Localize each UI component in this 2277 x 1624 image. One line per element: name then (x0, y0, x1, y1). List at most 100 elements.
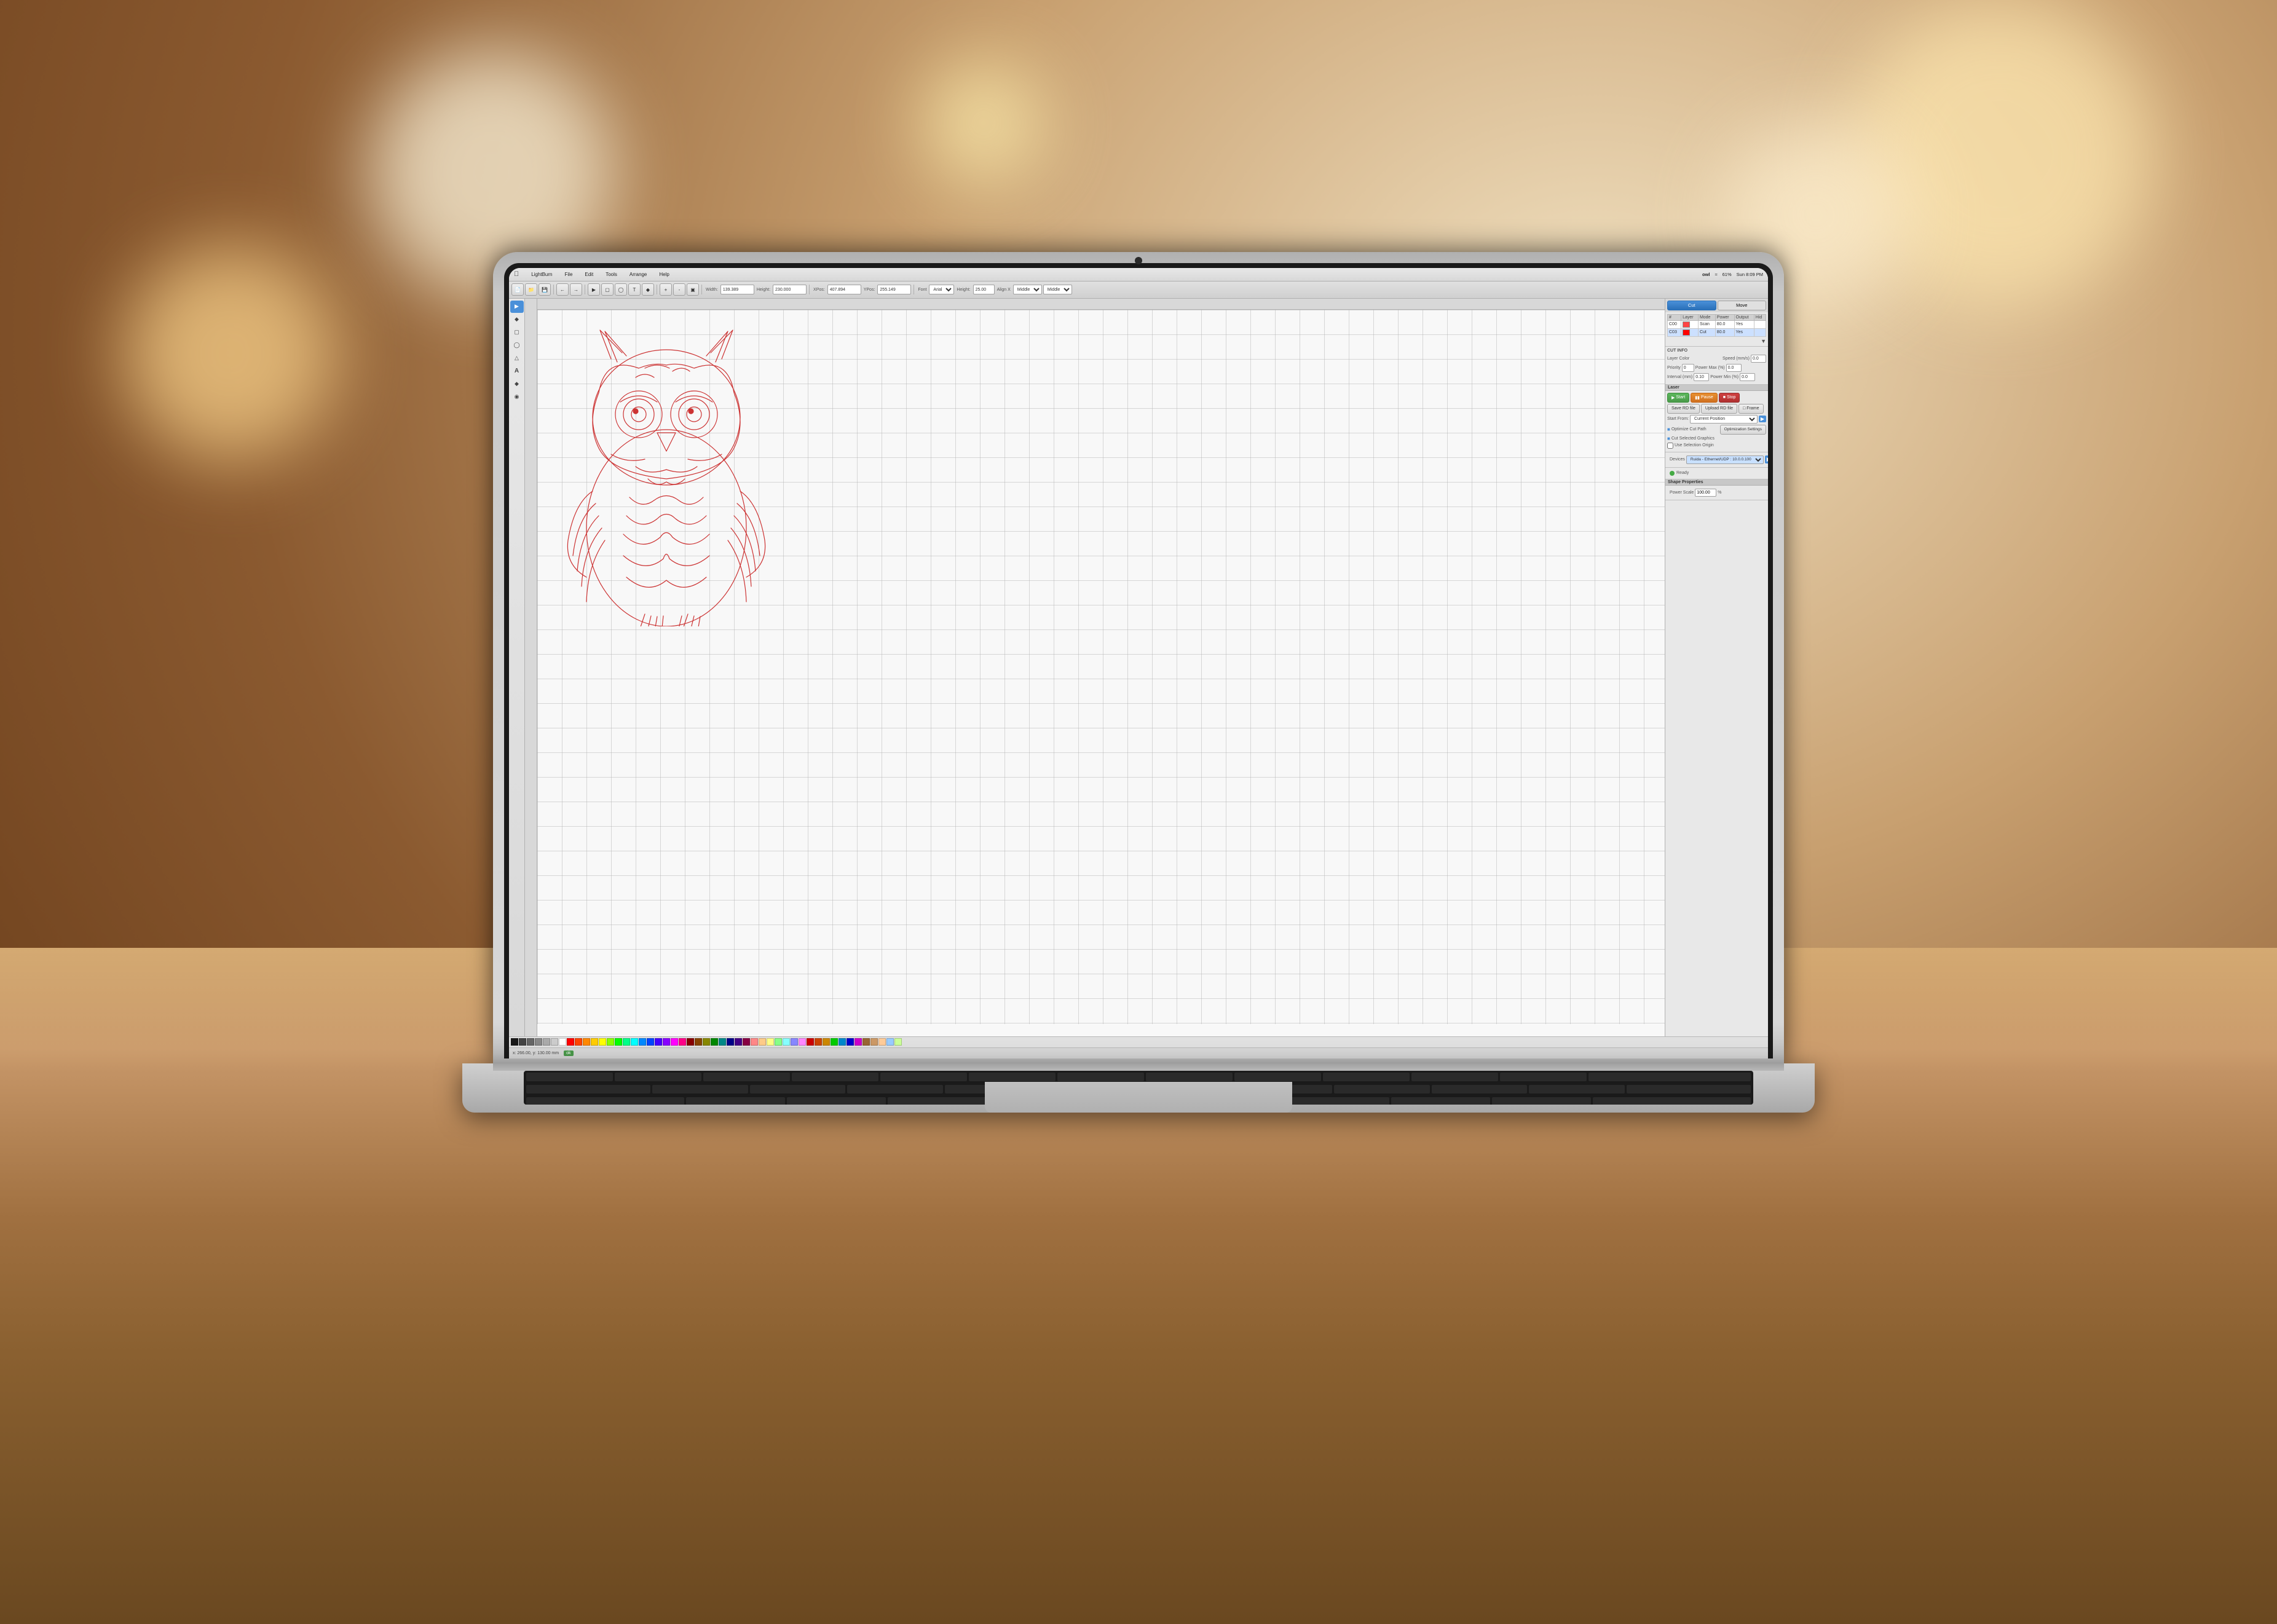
palette-color-swatch[interactable] (783, 1038, 790, 1046)
table-row[interactable]: C00 Scan 80.0 Yes (1668, 320, 1766, 328)
palette-color-swatch[interactable] (823, 1038, 830, 1046)
palette-color-swatch[interactable] (791, 1038, 798, 1046)
palette-color-swatch[interactable] (615, 1038, 622, 1046)
zoom-in[interactable]: + (660, 283, 672, 296)
trackpad[interactable] (985, 1082, 1292, 1113)
arrange-menu[interactable]: Arrange (627, 270, 649, 278)
palette-color-swatch[interactable] (511, 1038, 518, 1046)
table-row[interactable]: C03 Cut 80.0 Yes (1668, 328, 1766, 336)
move-tab[interactable]: Move (1718, 301, 1767, 310)
polygon-btn[interactable]: △ (510, 352, 524, 365)
device-settings-icon[interactable]: ▶ (1765, 455, 1768, 463)
frame-button[interactable]: □ Frame (1738, 404, 1763, 414)
palette-color-swatch[interactable] (870, 1038, 878, 1046)
palette-color-swatch[interactable] (719, 1038, 726, 1046)
rect-tool[interactable]: ▢ (601, 283, 614, 296)
align-y-select[interactable]: Middle (1043, 285, 1072, 294)
node-tool[interactable]: ◆ (642, 283, 654, 296)
select-tool-btn[interactable]: ▶ (510, 301, 524, 313)
palette-color-swatch[interactable] (735, 1038, 742, 1046)
palette-color-swatch[interactable] (886, 1038, 894, 1046)
power-min-input[interactable] (1740, 373, 1755, 381)
optimization-settings-button[interactable]: Optimization Settings (1720, 425, 1766, 435)
palette-color-swatch[interactable] (567, 1038, 574, 1046)
palette-color-swatch[interactable] (639, 1038, 646, 1046)
cut-tab[interactable]: Cut (1667, 301, 1716, 310)
save-button[interactable]: 💾 (539, 283, 551, 296)
text-btn[interactable]: A (510, 365, 524, 377)
palette-color-swatch[interactable] (727, 1038, 734, 1046)
save-rd-button[interactable]: Save RD file (1667, 404, 1700, 414)
canvas-area[interactable] (525, 299, 1665, 1036)
height2-input[interactable] (973, 285, 995, 294)
power-scale-input[interactable] (1695, 489, 1716, 497)
palette-color-swatch[interactable] (671, 1038, 678, 1046)
palette-color-swatch[interactable] (583, 1038, 590, 1046)
undo-button[interactable]: ← (556, 283, 569, 296)
palette-color-swatch[interactable] (551, 1038, 558, 1046)
redo-button[interactable]: → (570, 283, 582, 296)
palette-color-swatch[interactable] (575, 1038, 582, 1046)
palette-color-swatch[interactable] (623, 1038, 630, 1046)
palette-color-swatch[interactable] (527, 1038, 534, 1046)
palette-color-swatch[interactable] (854, 1038, 862, 1046)
canvas-content[interactable] (537, 310, 1665, 1024)
start-from-select[interactable]: Current Position (1690, 415, 1758, 424)
palette-color-swatch[interactable] (695, 1038, 702, 1046)
upload-rd-button[interactable]: Upload RD file (1701, 404, 1737, 414)
palette-color-swatch[interactable] (775, 1038, 782, 1046)
palette-color-swatch[interactable] (862, 1038, 870, 1046)
palette-color-swatch[interactable] (663, 1038, 670, 1046)
tools-menu[interactable]: Tools (603, 270, 620, 278)
height-input[interactable] (773, 285, 807, 294)
palette-color-swatch[interactable] (591, 1038, 598, 1046)
palette-color-swatch[interactable] (607, 1038, 614, 1046)
palette-color-swatch[interactable] (559, 1038, 566, 1046)
speed-input[interactable] (1751, 355, 1766, 363)
circle-tool[interactable]: ◯ (615, 283, 627, 296)
palette-color-swatch[interactable] (839, 1038, 846, 1046)
palette-color-swatch[interactable] (631, 1038, 638, 1046)
layers-expand-btn[interactable]: ▼ (1761, 338, 1766, 344)
help-menu[interactable]: Help (657, 270, 671, 278)
palette-color-swatch[interactable] (535, 1038, 542, 1046)
edit-nodes-btn[interactable]: ◆ (510, 313, 524, 326)
pointer-tool[interactable]: ▶ (588, 283, 600, 296)
open-button[interactable]: 📁 (525, 283, 537, 296)
palette-color-swatch[interactable] (799, 1038, 806, 1046)
palette-color-swatch[interactable] (703, 1038, 710, 1046)
interval-input[interactable] (1694, 373, 1709, 381)
palette-color-swatch[interactable] (751, 1038, 758, 1046)
xpos-input[interactable] (827, 285, 861, 294)
circle-btn[interactable]: ◯ (510, 339, 524, 352)
position-btn[interactable]: ◆ (510, 378, 524, 390)
palette-color-swatch[interactable] (647, 1038, 654, 1046)
power-max-input[interactable] (1726, 364, 1742, 372)
pause-button[interactable]: ▮▮ Pause (1691, 393, 1718, 403)
align-x-select[interactable]: Middle (1013, 285, 1042, 294)
app-name-menu[interactable]: LightBurn (529, 270, 554, 278)
palette-color-swatch[interactable] (878, 1038, 886, 1046)
priority-input[interactable] (1682, 364, 1694, 372)
file-menu[interactable]: File (562, 270, 575, 278)
width-input[interactable] (720, 285, 754, 294)
ypos-input[interactable] (877, 285, 911, 294)
camera-btn[interactable]: ◉ (510, 391, 524, 403)
text-tool[interactable]: T (628, 283, 641, 296)
zoom-out[interactable]: - (673, 283, 685, 296)
palette-color-swatch[interactable] (687, 1038, 694, 1046)
palette-color-swatch[interactable] (711, 1038, 718, 1046)
font-select[interactable]: Arial (929, 285, 954, 294)
start-button[interactable]: ▶ Start (1667, 393, 1689, 403)
rectangle-btn[interactable]: ▢ (510, 326, 524, 339)
palette-color-swatch[interactable] (767, 1038, 774, 1046)
palette-color-swatch[interactable] (599, 1038, 606, 1046)
palette-color-swatch[interactable] (894, 1038, 902, 1046)
fit-screen[interactable]: ▣ (687, 283, 699, 296)
palette-color-swatch[interactable] (759, 1038, 766, 1046)
palette-color-swatch[interactable] (679, 1038, 686, 1046)
palette-color-swatch[interactable] (807, 1038, 814, 1046)
palette-color-swatch[interactable] (815, 1038, 822, 1046)
device-select[interactable]: Ruida - Ethernet/UDP : 10.0.0.100 (1686, 455, 1764, 464)
palette-color-swatch[interactable] (743, 1038, 750, 1046)
